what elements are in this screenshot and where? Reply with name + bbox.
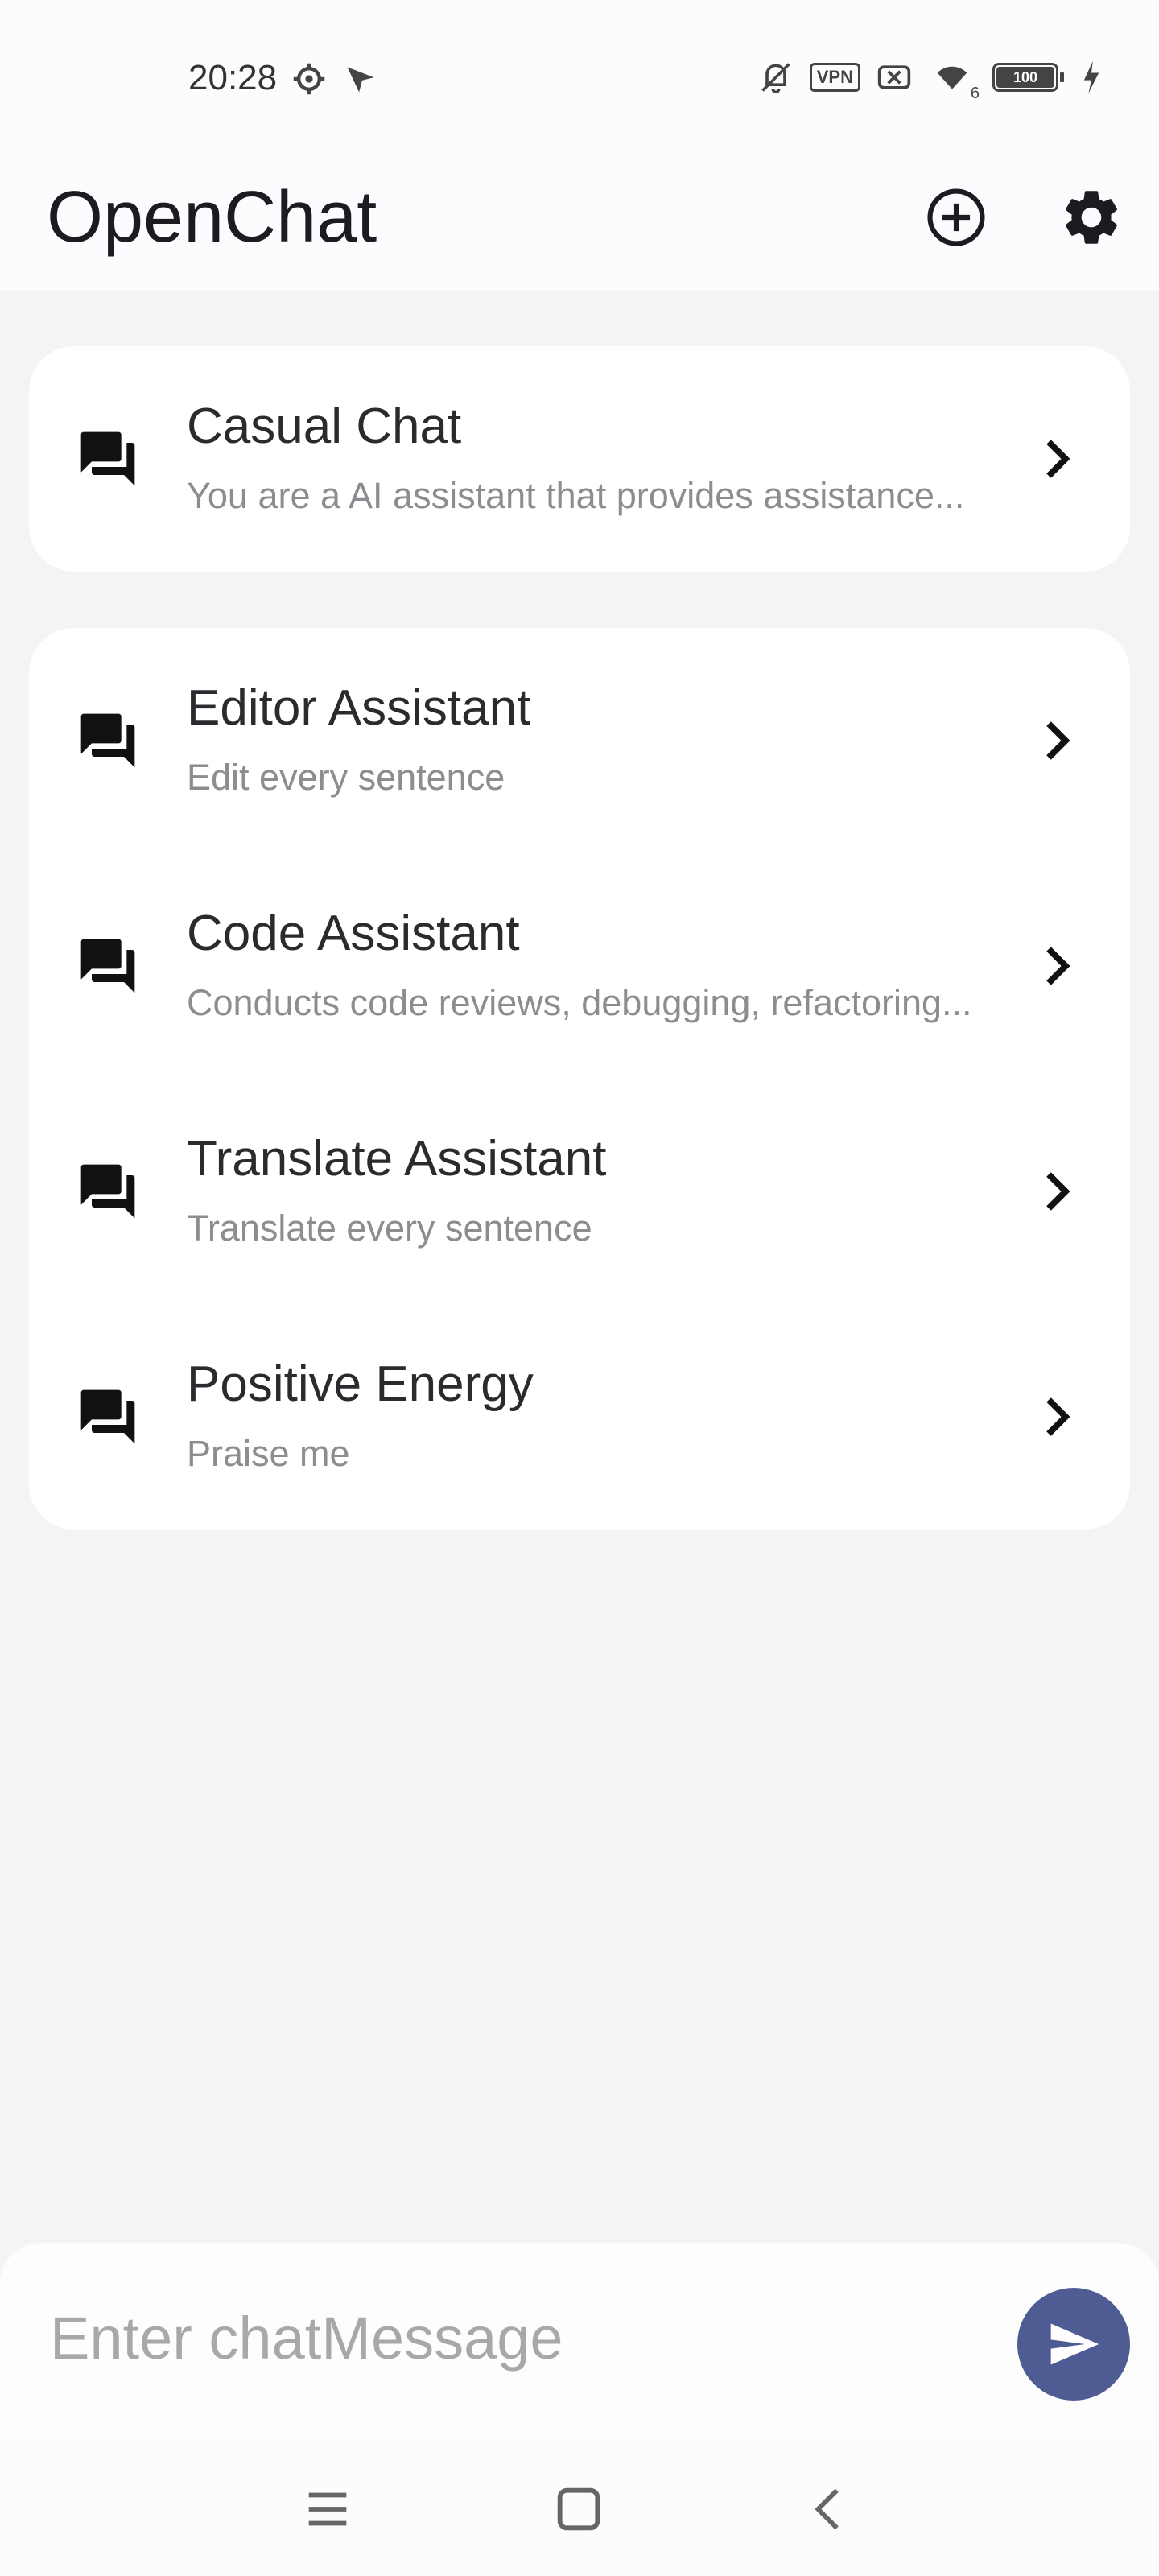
assistants-card: Editor Assistant Edit every sentence Cod… bbox=[29, 628, 1130, 1530]
chat-item-title: Translate Assistant bbox=[187, 1131, 607, 1187]
chat-item-subtitle: Edit every sentence bbox=[187, 757, 505, 798]
nav-home-button[interactable] bbox=[551, 2481, 607, 2537]
add-circle-icon bbox=[927, 188, 985, 246]
system-nav-bar bbox=[0, 2439, 1159, 2576]
chat-item-subtitle: Translate every sentence bbox=[187, 1208, 592, 1249]
settings-icon bbox=[1066, 191, 1117, 244]
mute-icon bbox=[758, 60, 794, 95]
charging-icon bbox=[1080, 60, 1103, 95]
settings-button[interactable] bbox=[1043, 161, 1140, 274]
message-composer bbox=[0, 2243, 1159, 2439]
home-icon bbox=[557, 2487, 600, 2531]
chat-item-translate-assistant[interactable]: Translate Assistant Translate every sent… bbox=[29, 1079, 1130, 1304]
send-icon bbox=[1050, 2323, 1099, 2365]
chat-item-title: Casual Chat bbox=[187, 398, 462, 454]
chevron-right-icon bbox=[1027, 712, 1085, 770]
status-bar: 20:28 VPN 6 100 bbox=[0, 0, 1159, 145]
chat-item-title: Editor Assistant bbox=[187, 680, 531, 736]
chat-item-subtitle: Conducts code reviews, debugging, refact… bbox=[187, 982, 972, 1023]
chevron-right-icon bbox=[1027, 937, 1085, 995]
status-time: 20:28 bbox=[188, 58, 278, 97]
battery-icon: 100 bbox=[992, 63, 1064, 92]
vpn-label: VPN bbox=[816, 67, 853, 87]
wifi-badge: 6 bbox=[970, 85, 980, 102]
forum-icon bbox=[76, 1385, 140, 1449]
message-input[interactable] bbox=[48, 2285, 977, 2391]
chat-item-casual-chat[interactable]: Casual Chat You are a AI assistant that … bbox=[29, 346, 1130, 572]
chat-item-subtitle: You are a AI assistant that provides ass… bbox=[187, 475, 965, 516]
forum-icon bbox=[76, 427, 140, 491]
chat-item-subtitle: Praise me bbox=[187, 1433, 350, 1474]
chevron-right-icon bbox=[1027, 1388, 1085, 1446]
app-bar: OpenChat bbox=[0, 145, 1159, 290]
chevron-right-icon bbox=[1027, 430, 1085, 488]
pinned-chats-card: Casual Chat You are a AI assistant that … bbox=[29, 346, 1130, 572]
no-sim-icon bbox=[876, 60, 912, 95]
settings-gear-icon bbox=[291, 61, 327, 97]
chat-item-code-assistant[interactable]: Code Assistant Conducts code reviews, de… bbox=[29, 853, 1130, 1079]
battery-level: 100 bbox=[996, 67, 1054, 88]
vpn-icon: VPN bbox=[809, 63, 860, 92]
nav-back-button[interactable] bbox=[802, 2481, 858, 2537]
wifi-icon: 6 bbox=[928, 60, 980, 102]
forum-icon bbox=[76, 708, 140, 773]
status-right-icons: VPN 6 100 bbox=[758, 60, 1103, 102]
forum-icon bbox=[76, 934, 140, 998]
chat-item-positive-energy[interactable]: Positive Energy Praise me bbox=[29, 1304, 1130, 1530]
status-left-icons bbox=[291, 61, 378, 97]
chat-item-title: Code Assistant bbox=[187, 906, 520, 961]
forum-icon bbox=[76, 1159, 140, 1224]
nav-menu-button[interactable] bbox=[299, 2481, 356, 2537]
page-title: OpenChat bbox=[47, 177, 377, 258]
back-icon bbox=[815, 2488, 839, 2530]
chat-item-editor-assistant[interactable]: Editor Assistant Edit every sentence bbox=[29, 628, 1130, 853]
new-chat-button[interactable] bbox=[908, 161, 1004, 274]
send-button[interactable] bbox=[1017, 2288, 1130, 2401]
menu-icon bbox=[308, 2492, 347, 2526]
location-arrow-icon bbox=[343, 61, 378, 97]
chevron-right-icon bbox=[1027, 1162, 1085, 1220]
chat-item-title: Positive Energy bbox=[187, 1356, 534, 1412]
